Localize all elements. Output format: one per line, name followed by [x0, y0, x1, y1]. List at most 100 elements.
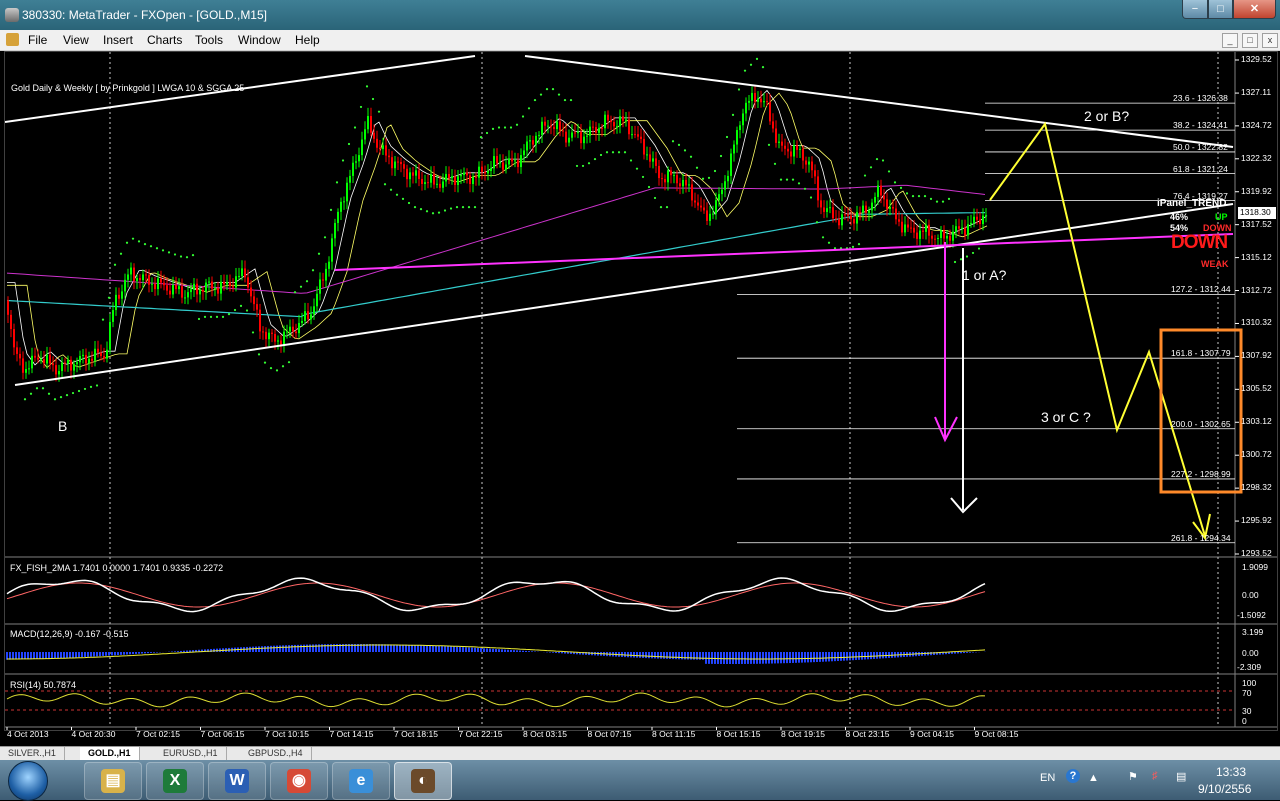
candle-body — [628, 119, 630, 135]
candle-body — [244, 268, 246, 278]
sar-dot — [521, 115, 525, 118]
sar-dot — [701, 177, 705, 180]
taskbar-chrome-button[interactable]: ◉ — [270, 762, 328, 800]
sar-dot — [761, 66, 765, 69]
sar-dot — [461, 206, 465, 209]
fib-level-label: 76.4 - 1319.27 — [1173, 190, 1228, 201]
mdi-restore-button[interactable]: □ — [1242, 33, 1258, 48]
sar-dot — [545, 87, 549, 91]
candle-body — [439, 183, 441, 188]
maximize-button[interactable]: □ — [1208, 0, 1233, 19]
rsi-axis-100: 100 — [1242, 678, 1257, 688]
network-icon[interactable]: ▤ — [1176, 770, 1186, 783]
taskbar-ie-button[interactable]: e — [332, 762, 390, 800]
ma-fast-line — [7, 89, 988, 366]
time-axis-label: 8 Oct 15:15 — [716, 729, 761, 739]
fib-level-label: 200.0 - 1302.65 — [1171, 418, 1231, 429]
tab-silver-h1[interactable]: SILVER.,H1 — [0, 747, 65, 760]
candle-body — [937, 238, 939, 240]
sar-dot — [503, 126, 507, 129]
sar-dot — [809, 196, 813, 199]
close-button[interactable]: ✕ — [1233, 0, 1276, 19]
sar-dot — [155, 247, 159, 250]
tray-arrow-icon[interactable]: ▲ — [1088, 772, 1099, 784]
language-indicator[interactable]: EN — [1040, 772, 1055, 784]
candle-body — [886, 199, 888, 209]
sar-dot — [419, 208, 423, 211]
candle-body — [820, 200, 822, 208]
candle-body — [814, 170, 816, 177]
tab-gbpusd-h4[interactable]: GBPUSD.,H4 — [240, 747, 312, 760]
help-icon[interactable]: ? — [1066, 769, 1080, 783]
menu-window[interactable]: Window — [238, 33, 281, 47]
sar-dot — [737, 88, 741, 91]
candle-body — [859, 212, 861, 214]
candle-body — [451, 176, 453, 179]
candle-body — [52, 363, 54, 366]
sar-dot — [65, 393, 69, 397]
candle-body — [262, 331, 264, 333]
clock-date[interactable]: 9/10/2556 — [1198, 782, 1251, 796]
menu-charts[interactable]: Charts — [147, 33, 182, 47]
candle-body — [901, 221, 903, 233]
sar-dot — [923, 195, 927, 198]
taskbar-word-button[interactable]: W — [208, 762, 266, 800]
candle-body — [871, 202, 873, 211]
time-axis-label: 8 Oct 19:15 — [781, 729, 825, 739]
candle-body — [985, 215, 987, 217]
candle-body — [835, 218, 837, 220]
candle-body — [763, 101, 765, 103]
mdi-close-button[interactable]: x — [1262, 33, 1278, 48]
price-chart-canvas[interactable] — [5, 52, 1277, 730]
candle-body — [631, 134, 633, 136]
candle-body — [454, 176, 456, 186]
candle-body — [790, 151, 792, 157]
menu-view[interactable]: View — [63, 33, 89, 47]
taskbar-excel-button[interactable]: X — [146, 762, 204, 800]
tab-gold-h1[interactable]: GOLD.,H1 — [80, 747, 140, 760]
candle-body — [289, 326, 291, 332]
candle-body — [214, 288, 216, 290]
indicator-lines — [7, 58, 988, 401]
menu-help[interactable]: Help — [295, 33, 320, 47]
price-axis-label: 1329.52 — [1241, 54, 1272, 64]
window-titlebar[interactable]: 380330: MetaTrader - FXOpen - [GOLD.,M15… — [0, 0, 1280, 30]
candle-body — [22, 358, 24, 373]
candle-body — [508, 158, 510, 165]
mdi-minimize-button[interactable]: _ — [1222, 33, 1238, 48]
clock-time[interactable]: 13:33 — [1216, 765, 1246, 779]
volume-muted-icon[interactable]: ♯ — [1152, 770, 1158, 782]
sar-dot — [479, 136, 483, 139]
menu-tools[interactable]: Tools — [195, 33, 223, 47]
sar-dot — [905, 192, 909, 195]
time-axis-label: 4 Oct 2013 — [7, 729, 49, 739]
candle-body — [640, 136, 642, 139]
chart-window-icon[interactable] — [6, 33, 19, 46]
candle-body — [811, 161, 813, 171]
candle-body — [325, 268, 327, 281]
candle-body — [190, 289, 192, 293]
candle-body — [727, 175, 729, 182]
candle-body — [520, 155, 522, 168]
candle-body — [10, 314, 12, 330]
sar-dot — [929, 197, 933, 200]
wave-label-b: B — [58, 418, 68, 434]
candle-body — [610, 120, 612, 123]
taskbar-explorer-button[interactable]: ▤ — [84, 762, 142, 800]
ie-icon: e — [349, 769, 373, 793]
tab-eurusd-h1[interactable]: EURUSD.,H1 — [155, 747, 227, 760]
sar-dot — [695, 166, 699, 169]
taskbar-metatrader-button[interactable]: ◐ — [394, 762, 452, 800]
menu-file[interactable]: File — [28, 33, 47, 47]
sar-dot — [233, 308, 237, 312]
candle-body — [922, 230, 924, 232]
chart-window[interactable]: Gold Daily & Weekly [ by Prinkgold ] LWG… — [4, 51, 1278, 739]
minimize-button[interactable]: − — [1182, 0, 1208, 19]
sar-dot — [539, 93, 543, 96]
start-button[interactable] — [8, 761, 48, 801]
time-axis-label: 7 Oct 22:15 — [458, 729, 503, 739]
candle-body — [565, 131, 567, 143]
sar-dot — [665, 206, 669, 209]
action-center-flag-icon[interactable]: ⚑ — [1128, 770, 1138, 783]
menu-insert[interactable]: Insert — [103, 33, 133, 47]
